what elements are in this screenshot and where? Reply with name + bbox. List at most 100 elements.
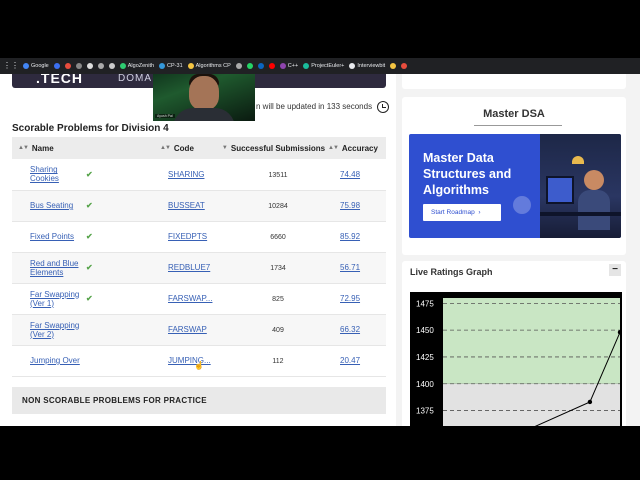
problem-code-link[interactable]: FARSWAP... xyxy=(168,294,212,303)
bookmark-item[interactable] xyxy=(64,63,71,69)
bookmark-item[interactable]: Interviewbit xyxy=(349,63,385,69)
ad-headline: Master Data Structures and Algorithms xyxy=(423,151,512,197)
bookmark-item[interactable] xyxy=(390,63,397,69)
y-tick-label: 1375 xyxy=(416,407,434,416)
bookmark-label: Interviewbit xyxy=(357,63,386,69)
submissions-count: 825 xyxy=(272,296,284,303)
bookmark-label: ProjectEuler+ xyxy=(311,63,345,69)
bookmark-item[interactable] xyxy=(401,63,408,69)
start-roadmap-button[interactable]: Start Roadmap › xyxy=(423,204,501,221)
bookmark-item[interactable] xyxy=(235,63,242,69)
bookmark-item[interactable]: CP-31 xyxy=(159,63,183,69)
bookmark-item[interactable] xyxy=(108,63,115,69)
header-submissions-label: Successful Submissions xyxy=(230,143,326,153)
bookmark-item[interactable] xyxy=(53,63,60,69)
problem-name-link[interactable]: Red and Blue Elements xyxy=(30,259,78,277)
bookmark-item[interactable] xyxy=(97,63,104,69)
non-scorable-header[interactable]: NON SCORABLE PROBLEMS FOR PRACTICE xyxy=(12,387,386,414)
problem-code-link[interactable]: SHARING xyxy=(168,170,204,179)
app-icon xyxy=(390,63,397,69)
accuracy-link[interactable]: 56.71 xyxy=(340,263,360,272)
problem-name-link[interactable]: Bus Seating xyxy=(30,201,73,210)
section-title: Scorable Problems for Division 4 xyxy=(12,123,169,134)
submissions-cell: 825 xyxy=(230,283,326,315)
submissions-cell: 409 xyxy=(230,314,326,346)
bookmark-item[interactable] xyxy=(75,63,82,69)
header-code[interactable]: ▲▼ Code ▼ xyxy=(160,137,230,159)
solved-cell: ✔ xyxy=(86,190,160,222)
webcam-shirt xyxy=(173,108,235,121)
rating-band xyxy=(443,298,620,384)
header-accuracy[interactable]: ▲▼ Accuracy xyxy=(326,137,386,159)
problem-name-cell: Jumping Over xyxy=(12,345,86,377)
bookmark-item[interactable]: Algorithms CP xyxy=(187,63,231,69)
header-submissions[interactable]: Successful Submissions xyxy=(230,137,326,159)
collapse-toggle-button[interactable]: − xyxy=(609,264,621,276)
accuracy-cell: 74.48 xyxy=(326,159,386,191)
header-name[interactable]: ▲▼ Name xyxy=(12,137,160,159)
sort-desc-icon: ▼ xyxy=(221,145,228,151)
rating-point xyxy=(587,399,593,405)
person-head xyxy=(584,170,604,190)
sort-icon: ▲▼ xyxy=(328,145,339,151)
ratings-chart: 1375 1400 1425 1450 1475 xyxy=(410,292,623,426)
monitor-icon xyxy=(546,176,574,204)
dsa-ad-banner[interactable]: Master Data Structures and Algorithms St… xyxy=(409,134,621,238)
apps-grid-icon[interactable]: ⋮⋮ xyxy=(3,62,19,70)
y-tick-label: 1400 xyxy=(416,380,434,389)
projecteuler-icon xyxy=(303,63,310,69)
bookmark-item[interactable] xyxy=(246,63,253,69)
accuracy-link[interactable]: 66.32 xyxy=(340,325,360,334)
bookmark-item[interactable]: C++ xyxy=(279,63,298,69)
problem-code-link[interactable]: FIXEDPTS xyxy=(168,232,207,241)
clock-icon xyxy=(377,101,389,113)
bookmark-item[interactable]: AlgoZenith xyxy=(119,63,154,69)
ratings-title: Live Ratings Graph xyxy=(410,267,493,277)
bookmark-item[interactable] xyxy=(257,63,264,69)
problem-code-cell: REDBLUE7 xyxy=(160,252,230,284)
submissions-count: 112 xyxy=(272,358,284,365)
problems-table: ▲▼ Name ▲▼ Code ▼ Successful Submissions ▲▼… xyxy=(12,137,386,377)
check-icon: ✔ xyxy=(86,263,93,272)
accuracy-cell: 66.32 xyxy=(326,314,386,346)
submissions-cell: 10284 xyxy=(230,190,326,222)
submissions-cell: 13511 xyxy=(230,159,326,191)
page-content: .TECH DOMA Ayush Pal n will be updated i… xyxy=(0,74,640,426)
sort-icon: ▲▼ xyxy=(18,145,29,151)
bookmark-item[interactable]: Google xyxy=(23,63,49,69)
accuracy-link[interactable]: 85.92 xyxy=(340,232,360,241)
solved-cell xyxy=(86,345,160,377)
problem-name-link[interactable]: Jumping Over xyxy=(30,356,80,365)
accuracy-link[interactable]: 74.48 xyxy=(340,170,360,179)
bookmark-item[interactable] xyxy=(268,63,275,69)
bookmark-item[interactable]: ProjectEuler+ xyxy=(303,63,344,69)
problem-name-cell: Sharing Cookies xyxy=(12,159,86,191)
sort-icon: ▲▼ xyxy=(160,145,171,151)
table-row: Red and Blue Elements ✔ REDBLUE7 1734 56.71 xyxy=(12,252,386,284)
problem-code-link[interactable]: BUSSEAT xyxy=(168,201,205,210)
accuracy-link[interactable]: 20.47 xyxy=(340,356,360,365)
accuracy-link[interactable]: 72.95 xyxy=(340,294,360,303)
check-icon: ✔ xyxy=(86,201,93,210)
problem-code-link[interactable]: FARSWAP xyxy=(168,325,207,334)
problem-name-link[interactable]: Far Swapping (Ver 1) xyxy=(30,290,79,308)
accuracy-link[interactable]: 75.98 xyxy=(340,201,360,210)
google-icon xyxy=(23,63,29,69)
problem-code-link[interactable]: REDBLUE7 xyxy=(168,263,210,272)
submissions-cell: 112 xyxy=(230,345,326,377)
sidebar: Master DSA Master Data Structures and Al… xyxy=(396,74,640,426)
header-name-label: Name xyxy=(31,143,54,153)
bookmark-item[interactable] xyxy=(86,63,93,69)
problem-name-link[interactable]: Fixed Points xyxy=(30,232,74,241)
solved-cell: ✔ xyxy=(86,221,160,253)
problem-name-link[interactable]: Sharing Cookies xyxy=(30,165,59,183)
lamp-icon xyxy=(572,156,584,164)
problem-code-cell: SHARING xyxy=(160,159,230,191)
problem-code-cell: FARSWAP xyxy=(160,314,230,346)
problem-code-link[interactable]: JUMPING... xyxy=(168,356,211,365)
whatsapp-icon xyxy=(246,63,253,69)
problem-name-link[interactable]: Far Swapping (Ver 2) xyxy=(30,321,79,339)
sidebar-top-card xyxy=(402,74,626,89)
submissions-cell: 6660 xyxy=(230,221,326,253)
table-row: Bus Seating ✔ BUSSEAT 10284 75.98 xyxy=(12,190,386,222)
